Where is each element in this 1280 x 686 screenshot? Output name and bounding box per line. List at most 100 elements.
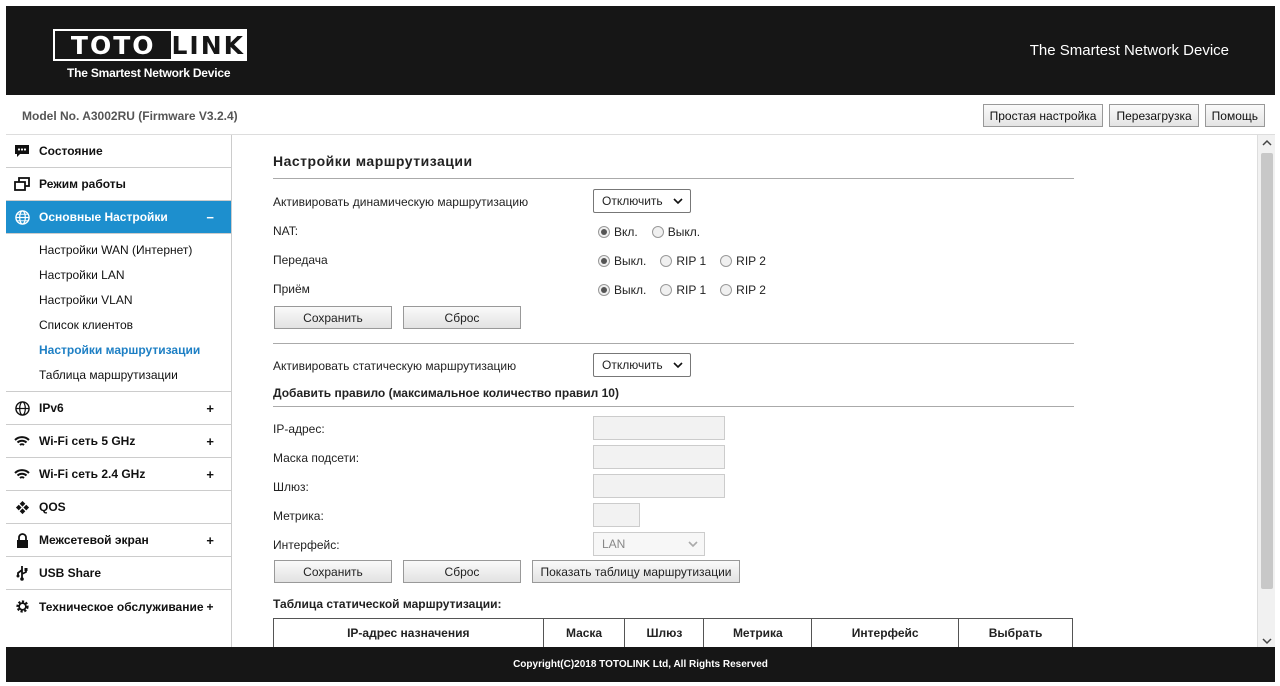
- expand-icon[interactable]: +: [206, 467, 214, 482]
- show-routing-table-button[interactable]: Показать таблицу маршрутизации: [532, 560, 740, 583]
- vertical-scrollbar[interactable]: [1257, 135, 1275, 647]
- help-button[interactable]: Помощь: [1204, 104, 1265, 127]
- transmit-off-radio[interactable]: Выкл.: [598, 254, 646, 268]
- divider: [273, 406, 1074, 407]
- expand-icon[interactable]: +: [206, 434, 214, 449]
- ip-address-input[interactable]: [593, 416, 725, 440]
- add-rule-heading: Добавить правило (максимальное количеств…: [273, 386, 619, 400]
- sidebar-subitem-routing-table[interactable]: Таблица маршрутизации: [6, 362, 231, 387]
- static-reset-button[interactable]: Сброс: [403, 560, 521, 583]
- chat-icon: [14, 143, 30, 159]
- radio-empty-icon: [660, 284, 673, 296]
- page-title: Настройки маршрутизации: [273, 153, 473, 169]
- sidebar: Состояние Режим работы Основные Настройк…: [6, 135, 232, 647]
- radio-empty-icon: [720, 284, 733, 296]
- divider: [273, 178, 1074, 179]
- transmit-rip1-radio[interactable]: RIP 1: [660, 254, 706, 268]
- sidebar-item-status[interactable]: Состояние: [6, 135, 231, 168]
- dynamic-reset-button[interactable]: Сброс: [403, 306, 521, 329]
- col-gateway: Шлюз: [624, 618, 705, 647]
- radio-selected-icon: [598, 284, 610, 296]
- radio-label: RIP 2: [736, 283, 766, 297]
- gear-icon: [14, 599, 30, 615]
- radio-empty-icon: [660, 255, 673, 267]
- static-routing-select[interactable]: Отключить: [593, 353, 691, 377]
- scroll-down-icon[interactable]: [1262, 637, 1272, 645]
- sidebar-item-wifi-5ghz[interactable]: Wi-Fi сеть 5 GHz +: [6, 425, 231, 458]
- copyright-text: Copyright(C)2018 TOTOLINK Ltd, All Right…: [513, 659, 768, 670]
- interface-label: Интерфейс:: [273, 538, 340, 552]
- metric-input[interactable]: [593, 503, 640, 527]
- static-save-button[interactable]: Сохранить: [274, 560, 392, 583]
- gateway-input[interactable]: [593, 474, 725, 498]
- collapse-icon[interactable]: −: [206, 210, 214, 225]
- ip-label: IP-адрес:: [273, 422, 325, 436]
- expand-icon[interactable]: +: [207, 600, 214, 614]
- receive-off-radio[interactable]: Выкл.: [598, 283, 646, 297]
- footer: Copyright(C)2018 TOTOLINK Ltd, All Right…: [6, 647, 1275, 682]
- router-admin-page: TOTO LINK The Smartest Network Device Th…: [6, 6, 1275, 682]
- sidebar-item-label: Wi-Fi сеть 5 GHz: [39, 434, 136, 448]
- transmit-rip2-radio[interactable]: RIP 2: [720, 254, 766, 268]
- expand-icon[interactable]: +: [206, 533, 214, 548]
- table-header-row: IP-адрес назначения Маска Шлюз Метрика И…: [273, 618, 1073, 647]
- subnet-mask-input[interactable]: [593, 445, 725, 469]
- col-select: Выбрать: [958, 618, 1073, 647]
- dynamic-save-button[interactable]: Сохранить: [274, 306, 392, 329]
- radio-label: Выкл.: [667, 225, 701, 239]
- sidebar-item-ipv6[interactable]: IPv6 +: [6, 392, 231, 425]
- qos-icon: [14, 499, 30, 515]
- globe-icon: [14, 209, 30, 225]
- totolink-logo[interactable]: TOTO LINK The Smartest Network Device: [53, 29, 247, 80]
- gateway-label: Шлюз:: [273, 480, 309, 494]
- sidebar-item-mode[interactable]: Режим работы: [6, 168, 231, 201]
- receive-rip1-radio[interactable]: RIP 1: [660, 283, 706, 297]
- receive-rip2-radio[interactable]: RIP 2: [720, 283, 766, 297]
- sidebar-subitem-routing-settings[interactable]: Настройки маршрутизации: [6, 337, 231, 362]
- divider: [273, 343, 1074, 344]
- dynamic-routing-select[interactable]: Отключить: [593, 189, 691, 213]
- nat-off-radio[interactable]: Выкл.: [651, 225, 701, 239]
- static-routing-table: IP-адрес назначения Маска Шлюз Метрика И…: [273, 618, 1073, 647]
- scrollbar-thumb[interactable]: [1261, 153, 1273, 589]
- reboot-button[interactable]: Перезагрузка: [1109, 104, 1199, 127]
- col-destination-ip: IP-адрес назначения: [273, 618, 544, 647]
- model-number: Model No. A3002RU (Firmware V3.2.4): [22, 109, 238, 123]
- sidebar-item-basic-settings[interactable]: Основные Настройки −: [6, 201, 231, 234]
- sidebar-item-label: QOS: [39, 500, 66, 514]
- mask-label: Маска подсети:: [273, 451, 360, 465]
- model-bar: Model No. A3002RU (Firmware V3.2.4) Прос…: [6, 95, 1275, 135]
- radio-empty-icon: [720, 255, 733, 267]
- interface-select[interactable]: LAN: [593, 532, 705, 556]
- header-slogan: The Smartest Network Device: [1029, 42, 1229, 59]
- sidebar-item-label: Техническое обслуживание: [39, 599, 204, 614]
- radio-empty-icon: [651, 226, 664, 238]
- radio-selected-icon: [598, 226, 610, 238]
- col-mask: Маска: [542, 618, 626, 647]
- sidebar-subitem-wan[interactable]: Настройки WAN (Интернет): [6, 237, 231, 262]
- scroll-up-icon[interactable]: [1262, 139, 1272, 147]
- radio-label: Выкл.: [614, 254, 647, 268]
- col-metric: Метрика: [703, 618, 813, 647]
- logo-right-text: LINK: [171, 30, 245, 60]
- sidebar-item-usb-share[interactable]: USB Share: [6, 557, 231, 590]
- globe-icon: [14, 400, 30, 416]
- expand-icon[interactable]: +: [206, 401, 214, 416]
- sidebar-item-maintenance[interactable]: Техническое обслуживание +: [6, 590, 231, 623]
- sidebar-subitem-clients[interactable]: Список клиентов: [6, 312, 231, 337]
- easy-setup-button[interactable]: Простая настройка: [982, 104, 1104, 127]
- sidebar-subitem-vlan[interactable]: Настройки VLAN: [6, 287, 231, 312]
- chevron-down-icon: [688, 541, 698, 548]
- nat-on-radio[interactable]: Вкл.: [598, 225, 638, 239]
- dynamic-routing-value: Отключить: [602, 194, 663, 208]
- receive-label: Приём: [273, 282, 310, 296]
- sidebar-subitem-lan[interactable]: Настройки LAN: [6, 262, 231, 287]
- radio-label: RIP 1: [676, 283, 707, 297]
- header: TOTO LINK The Smartest Network Device Th…: [6, 6, 1275, 95]
- interface-value: LAN: [602, 537, 626, 551]
- sidebar-item-firewall[interactable]: Межсетевой экран +: [6, 524, 231, 557]
- sidebar-item-label: Состояние: [39, 144, 103, 158]
- radio-label: RIP 2: [736, 254, 766, 268]
- sidebar-item-qos[interactable]: QOS: [6, 491, 231, 524]
- sidebar-item-wifi-24ghz[interactable]: Wi-Fi сеть 2.4 GHz +: [6, 458, 231, 491]
